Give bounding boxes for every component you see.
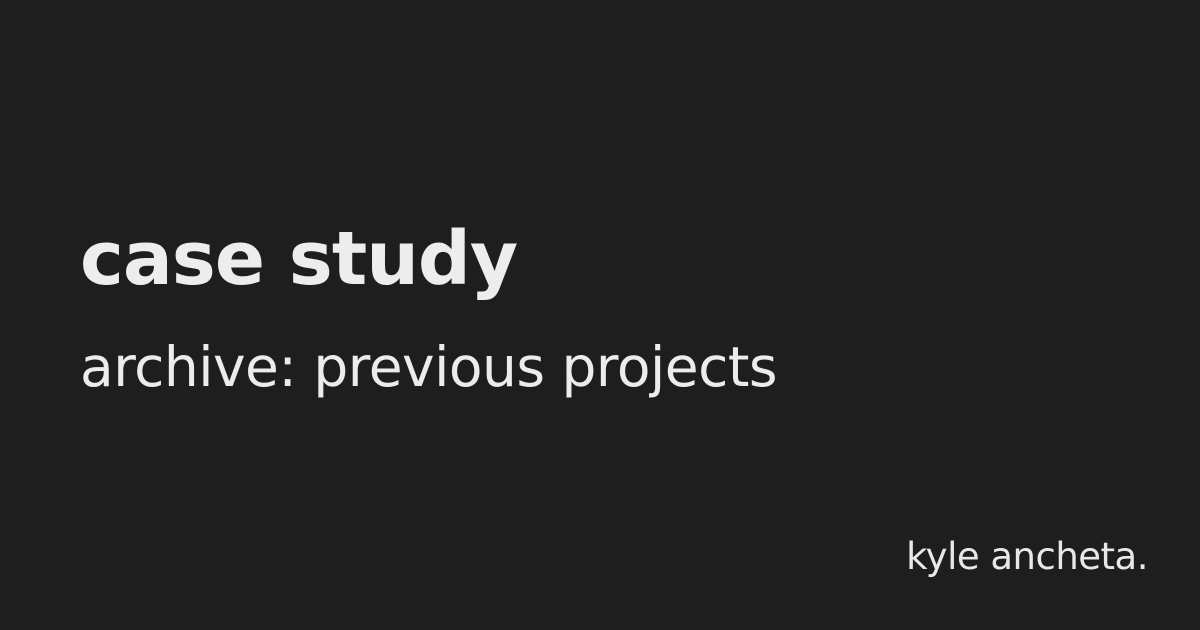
page-title: case study xyxy=(80,216,518,302)
author-signature: kyle ancheta. xyxy=(906,535,1148,578)
page-subtitle: archive: previous projects xyxy=(80,335,778,399)
og-card: case study archive: previous projects ky… xyxy=(0,0,1200,630)
